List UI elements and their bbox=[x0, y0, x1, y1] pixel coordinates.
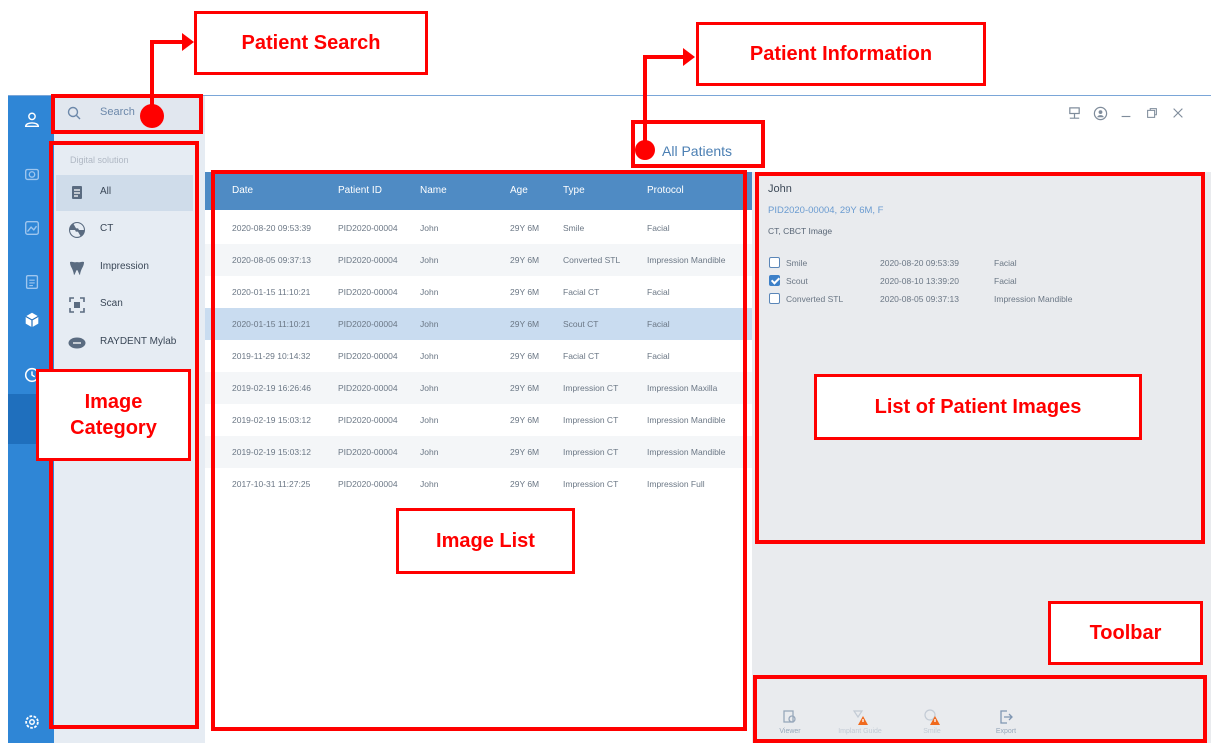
annotation-toolbar-outline bbox=[753, 675, 1207, 743]
annotation-arrowhead bbox=[683, 48, 695, 66]
network-icon[interactable] bbox=[1066, 105, 1082, 121]
rail-gallery-icon[interactable] bbox=[22, 218, 42, 238]
rail-patient-icon[interactable] bbox=[22, 110, 42, 130]
annotation-label-toolbar: Toolbar bbox=[1048, 601, 1203, 665]
app-root: { "search": { "placeholder": "Search" },… bbox=[0, 0, 1211, 743]
annotation-patient-images-outline bbox=[755, 172, 1205, 544]
rail-settings-icon[interactable] bbox=[22, 712, 42, 732]
annotation-label-image-list: Image List bbox=[396, 508, 575, 574]
annotation-arrowhead bbox=[182, 33, 194, 51]
annotation-label-list-of-patient-images: List of Patient Images bbox=[814, 374, 1142, 440]
window-controls bbox=[1066, 105, 1186, 121]
annotation-dot bbox=[140, 104, 164, 128]
annotation-leader-line bbox=[150, 40, 154, 114]
annotation-dot bbox=[635, 140, 655, 160]
minimize-icon[interactable] bbox=[1118, 105, 1134, 121]
user-account-icon[interactable] bbox=[1092, 105, 1108, 121]
annotation-leader-line bbox=[643, 55, 687, 59]
annotation-leader-line bbox=[643, 55, 647, 153]
close-icon[interactable] bbox=[1170, 105, 1186, 121]
annotation-label-image-category: Image Category bbox=[36, 369, 191, 461]
restore-icon[interactable] bbox=[1144, 105, 1160, 121]
rail-cube-icon[interactable] bbox=[22, 310, 42, 330]
annotation-search-outline bbox=[51, 94, 203, 134]
annotation-image-list-outline bbox=[211, 170, 747, 731]
rail-report-icon[interactable] bbox=[22, 272, 42, 292]
rail-camera-icon[interactable] bbox=[22, 164, 42, 184]
annotation-label-patient-search: Patient Search bbox=[194, 11, 428, 75]
annotation-label-patient-information: Patient Information bbox=[696, 22, 986, 86]
annotation-leader-line bbox=[150, 40, 186, 44]
